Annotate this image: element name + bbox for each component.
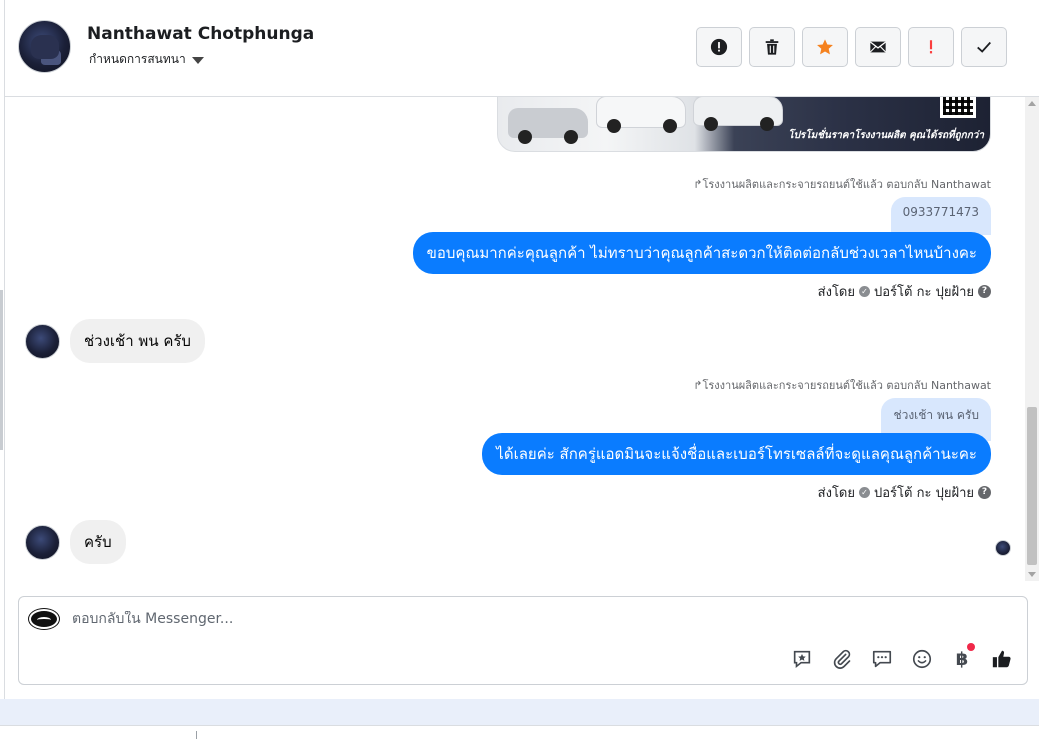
seen-indicator-avatar bbox=[995, 540, 1011, 556]
promo-image-message[interactable]: โปรโมชั่นราคาโรงงานผลิต คุณได้รถที่ถูกกว… bbox=[497, 97, 991, 152]
sent-by-label: ส่งโดย ✓ ปอร์โต้ กะ ปุยฝ้าย ? bbox=[818, 281, 991, 302]
verified-icon: ✓ bbox=[859, 487, 870, 498]
incoming-message-row: ช่วงเช้า พน ครับ bbox=[25, 319, 205, 363]
paperclip-icon bbox=[833, 649, 851, 669]
like-button[interactable] bbox=[989, 646, 1015, 672]
delete-button[interactable] bbox=[749, 27, 795, 67]
assign-conversation-dropdown[interactable]: กำหนดการสนทนา bbox=[89, 50, 204, 69]
chat-button[interactable] bbox=[869, 646, 895, 672]
smiley-icon bbox=[912, 649, 932, 669]
quoted-message[interactable]: 0933771473 bbox=[890, 197, 991, 235]
assign-conversation-label: กำหนดการสนทนา bbox=[89, 52, 186, 66]
contact-avatar-small[interactable] bbox=[25, 524, 60, 560]
reply-context: ↱โรงงานผลิตและกระจายรถยนต์ใช้แล้ว ตอบกลั… bbox=[693, 178, 991, 191]
thread-scrollbar[interactable] bbox=[1025, 97, 1039, 581]
saved-reply-icon bbox=[793, 650, 811, 669]
scroll-up-arrow-icon[interactable] bbox=[1028, 101, 1036, 106]
sent-by-label: ส่งโดย ✓ ปอร์โต้ กะ ปุยฝ้าย ? bbox=[818, 482, 991, 503]
outgoing-message[interactable]: ได้เลยค่ะ สักครู่แอดมินจะแจ้งชื่อและเบอร… bbox=[482, 433, 991, 475]
composer-tools: ฿ bbox=[789, 643, 1015, 672]
car-graphic bbox=[508, 108, 588, 144]
incoming-message-row: ครับ bbox=[25, 520, 126, 564]
mark-important-button[interactable] bbox=[696, 27, 742, 67]
notification-dot bbox=[967, 643, 975, 651]
star-icon bbox=[817, 39, 833, 55]
verified-icon: ✓ bbox=[859, 286, 870, 297]
help-icon[interactable]: ? bbox=[978, 285, 991, 298]
alert-circle-icon bbox=[710, 38, 728, 56]
caret-down-icon bbox=[191, 56, 204, 64]
payment-button[interactable]: ฿ bbox=[949, 643, 975, 672]
baht-icon: ฿ bbox=[955, 648, 969, 670]
left-panel-scroll-mark bbox=[0, 290, 3, 450]
divider bbox=[196, 731, 197, 739]
message-composer: ฿ bbox=[18, 596, 1028, 685]
mark-unread-button[interactable] bbox=[855, 27, 901, 67]
emoji-button[interactable] bbox=[909, 646, 935, 672]
help-icon[interactable]: ? bbox=[978, 486, 991, 499]
incoming-message[interactable]: ช่วงเช้า พน ครับ bbox=[70, 319, 205, 363]
page-logo bbox=[29, 609, 59, 629]
spam-button[interactable] bbox=[908, 27, 954, 67]
contact-avatar-small[interactable] bbox=[25, 323, 60, 359]
bottom-toolbar-strip bbox=[0, 725, 1039, 739]
contact-name[interactable]: Nanthawat Chotphunga bbox=[87, 24, 314, 44]
envelope-icon bbox=[869, 41, 887, 53]
thumbs-up-icon bbox=[992, 650, 1011, 668]
exclamation-icon bbox=[929, 40, 933, 54]
incoming-message[interactable]: ครับ bbox=[70, 520, 126, 564]
chat-bubble-icon bbox=[872, 650, 892, 668]
scroll-down-arrow-icon[interactable] bbox=[1028, 572, 1036, 577]
car-graphic bbox=[596, 97, 686, 133]
header-actions bbox=[696, 27, 1007, 67]
scroll-thumb[interactable] bbox=[1027, 407, 1037, 565]
conversation-header: Nanthawat Chotphunga กำหนดการสนทนา bbox=[5, 0, 1039, 97]
checkmark-icon bbox=[977, 41, 991, 53]
attach-button[interactable] bbox=[829, 646, 855, 672]
outgoing-message[interactable]: ขอบคุณมากค่ะคุณลูกค้า ไม่ทราบว่าคุณลูกค้… bbox=[412, 232, 991, 274]
inbox-conversation-view: Nanthawat Chotphunga กำหนดการสนทนา โปรโม… bbox=[0, 0, 1039, 739]
star-button[interactable] bbox=[802, 27, 848, 67]
trash-icon bbox=[765, 39, 779, 55]
promo-caption: โปรโมชั่นราคาโรงงานผลิต คุณได้รถที่ถูกกว… bbox=[788, 130, 984, 141]
saved-replies-button[interactable] bbox=[789, 646, 815, 672]
contact-avatar[interactable] bbox=[18, 20, 71, 73]
reply-context: ↱โรงงานผลิตและกระจายรถยนต์ใช้แล้ว ตอบกลั… bbox=[693, 379, 991, 392]
reply-input[interactable] bbox=[72, 611, 772, 627]
page-footer-band bbox=[0, 699, 1039, 725]
qr-code bbox=[940, 97, 976, 118]
message-thread: โปรโมชั่นราคาโรงงานผลิต คุณได้รถที่ถูกกว… bbox=[5, 97, 1025, 581]
car-graphic bbox=[693, 97, 783, 131]
mark-done-button[interactable] bbox=[961, 27, 1007, 67]
